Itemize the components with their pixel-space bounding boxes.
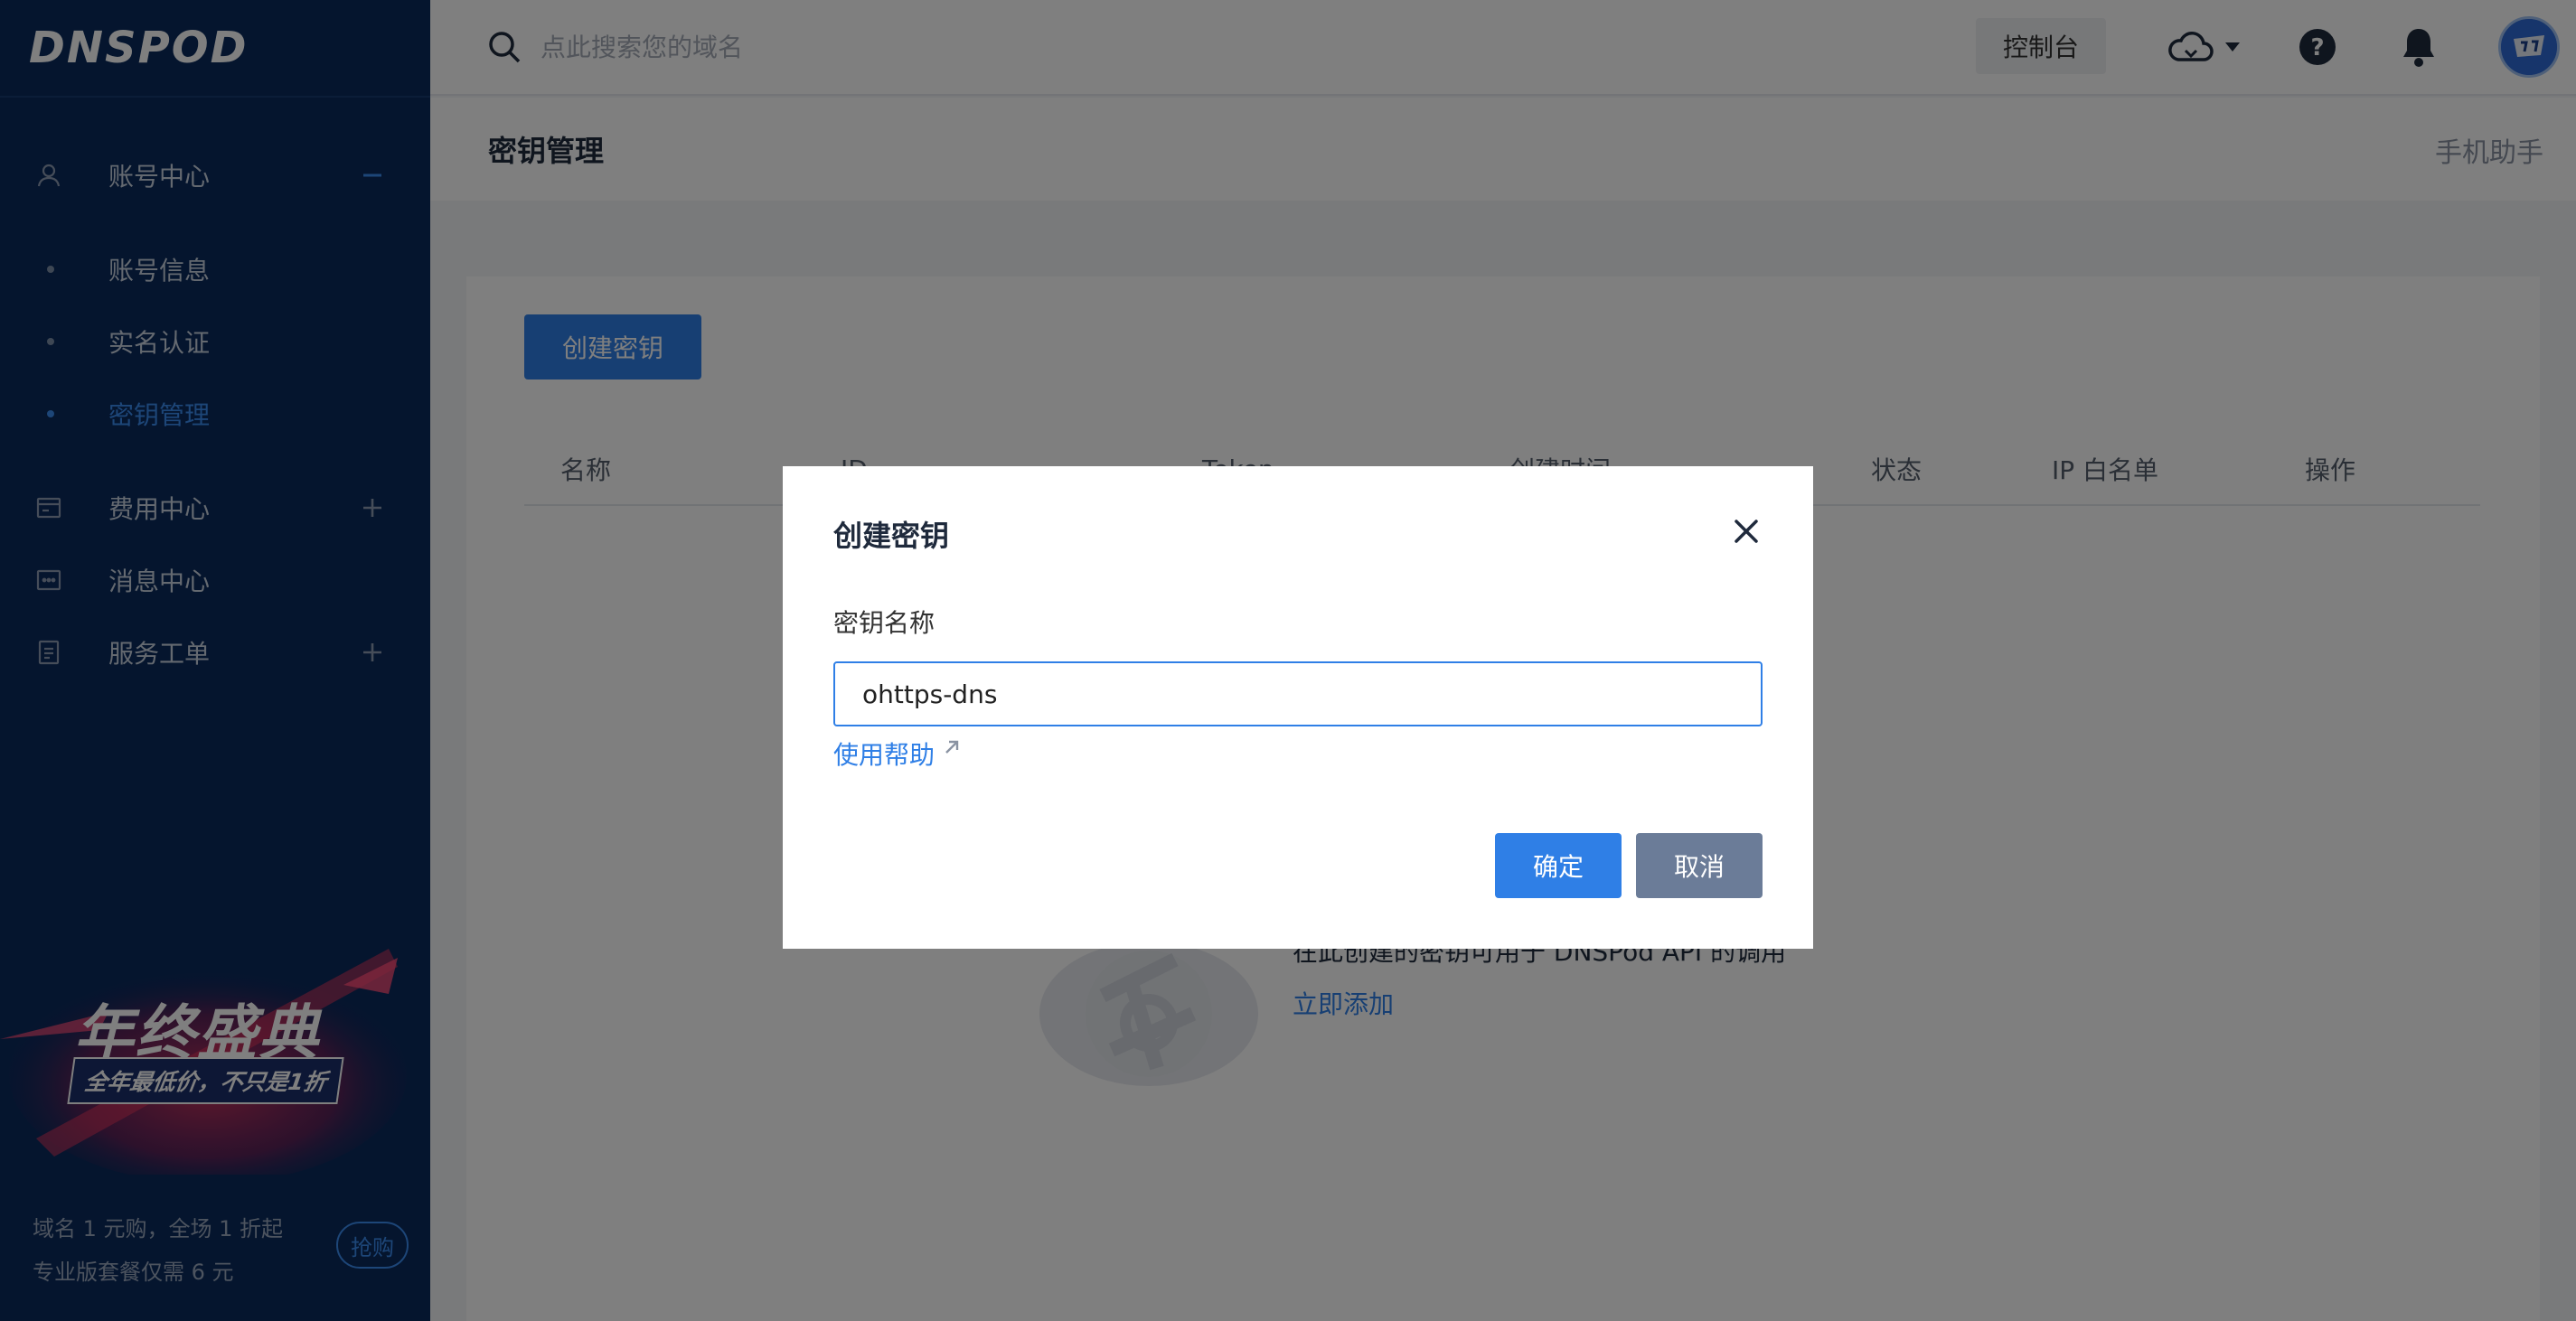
cancel-button[interactable]: 取消 xyxy=(1636,833,1763,898)
key-name-input[interactable] xyxy=(833,661,1763,726)
usage-help-link[interactable]: 使用帮助 xyxy=(833,734,960,773)
confirm-button[interactable]: 确定 xyxy=(1495,833,1622,898)
external-link-icon xyxy=(945,740,959,754)
usage-help-label: 使用帮助 xyxy=(833,740,935,770)
dialog-title: 创建密钥 xyxy=(833,519,950,553)
create-key-dialog: 创建密钥 密钥名称 使用帮助 确定 取消 xyxy=(783,466,1813,949)
key-name-label: 密钥名称 xyxy=(833,608,935,638)
close-icon[interactable] xyxy=(1732,517,1761,546)
